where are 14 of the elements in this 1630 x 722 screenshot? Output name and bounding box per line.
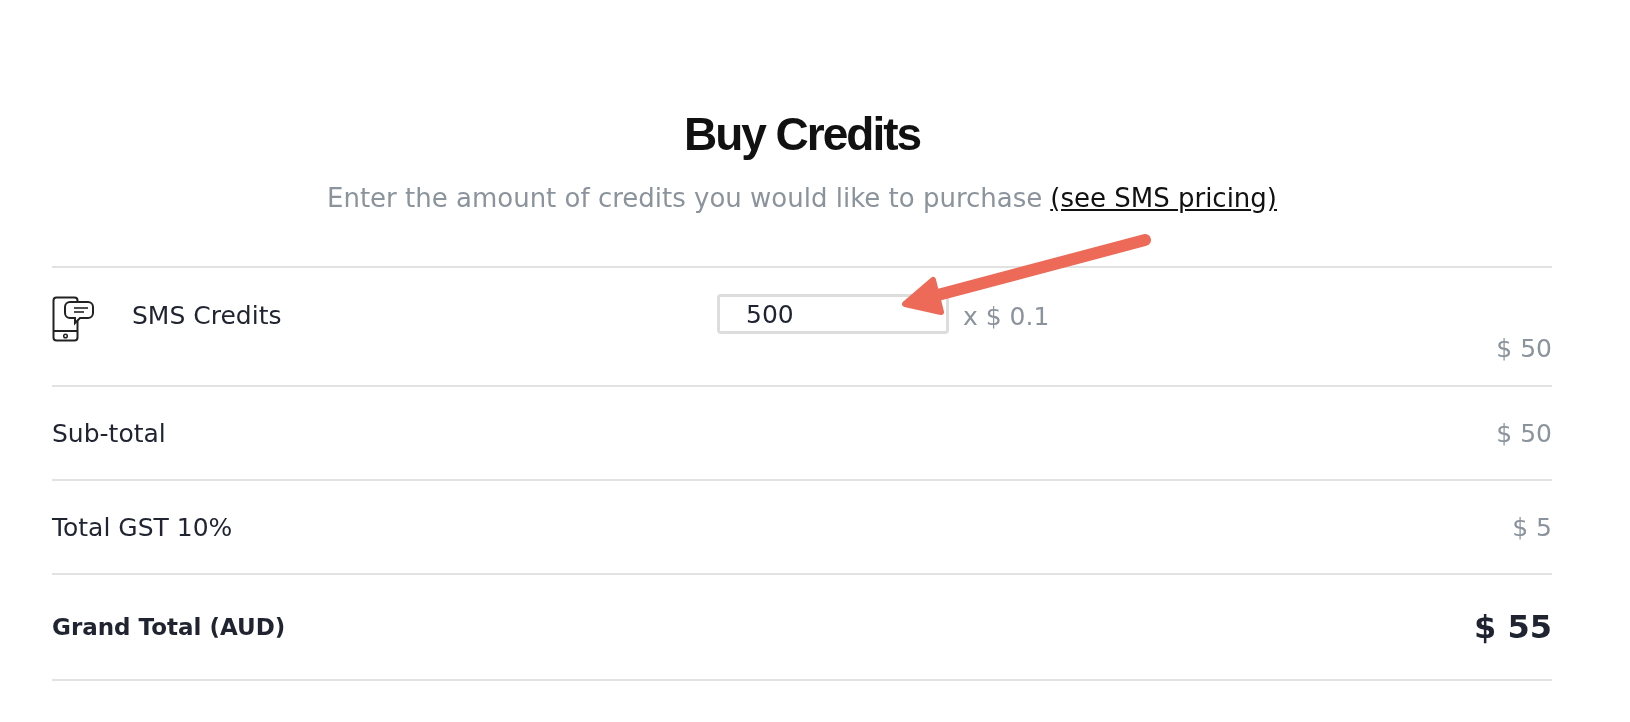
item-amount: $ 50: [1496, 334, 1552, 363]
unit-price: x $ 0.1: [963, 302, 1050, 331]
summary-value: $ 50: [1496, 418, 1552, 448]
page-title: Buy Credits: [682, 107, 922, 162]
summary-label: Sub-total: [52, 418, 166, 448]
phone-message-icon: [52, 296, 94, 342]
summary-value: $ 55: [1474, 608, 1552, 646]
quantity-input[interactable]: 500: [717, 294, 949, 334]
item-label: SMS Credits: [132, 301, 283, 330]
summary-label: Total GST 10%: [52, 512, 233, 542]
sms-pricing-link[interactable]: (see SMS pricing): [1050, 183, 1277, 213]
summary-value: $ 5: [1512, 512, 1552, 542]
summary-label: Grand Total (AUD): [52, 614, 286, 640]
instruction-text: Enter the amount of credits you would like to purchase: [327, 183, 1043, 213]
